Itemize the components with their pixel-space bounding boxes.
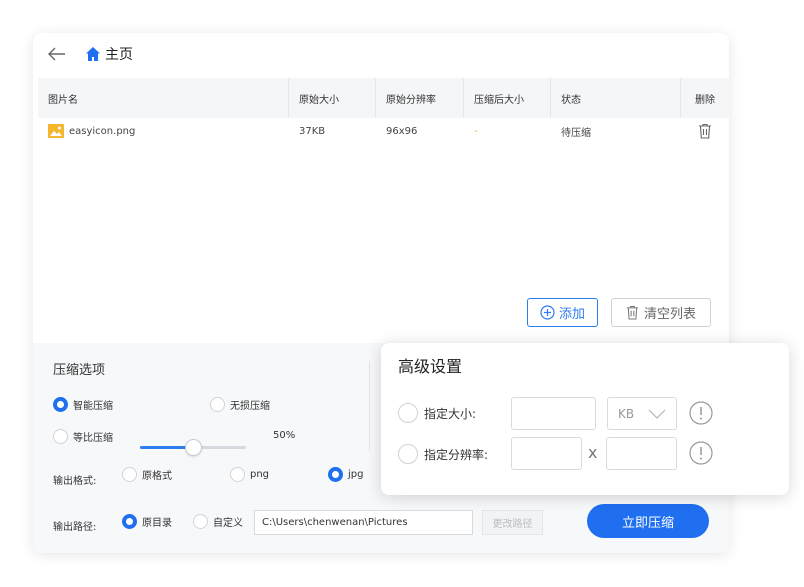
height-input[interactable] xyxy=(606,437,677,470)
delete-button[interactable] xyxy=(681,118,729,144)
radio-path-custom[interactable]: 自定义 xyxy=(193,514,243,529)
radio-indicator xyxy=(398,403,418,423)
size-unit-select[interactable]: KB xyxy=(607,397,677,430)
radio-specify-size[interactable]: 指定大小: xyxy=(398,403,476,423)
size-unit-value: KB xyxy=(618,406,635,421)
output-path-field[interactable]: C:\Users\chenwenan\Pictures xyxy=(254,510,473,535)
file-status: 待压缩 xyxy=(561,127,591,139)
change-path-button[interactable]: 更改路径 xyxy=(482,510,543,535)
col-delete: 删除 xyxy=(695,94,715,106)
radio-format-jpg[interactable]: jpg xyxy=(328,467,363,482)
file-size: 37KB xyxy=(299,125,326,137)
radio-format-original[interactable]: 原格式 xyxy=(122,467,172,482)
table-header: 图片名 原始大小 原始分辨率 压缩后大小 状态 删除 xyxy=(38,78,729,118)
col-status: 状态 xyxy=(551,78,681,118)
divider xyxy=(369,361,370,451)
radio-format-png[interactable]: png xyxy=(230,467,269,482)
compress-now-button[interactable]: 立即压缩 xyxy=(587,504,709,538)
radio-indicator xyxy=(328,467,343,482)
radio-indicator xyxy=(210,397,225,412)
info-icon[interactable] xyxy=(689,401,713,425)
file-name: easyicon.png xyxy=(69,125,136,137)
plus-circle-icon xyxy=(540,305,555,320)
radio-indicator xyxy=(398,444,418,464)
col-resolution: 原始分辨率 xyxy=(376,78,464,118)
add-label: 添加 xyxy=(558,307,585,322)
trash-icon xyxy=(626,305,639,320)
file-resolution: 96x96 xyxy=(386,125,418,137)
resolution-separator: x xyxy=(588,443,598,462)
home-icon[interactable] xyxy=(85,46,101,62)
path-label: 输出路径: xyxy=(53,522,97,533)
add-button[interactable]: 添加 xyxy=(527,298,598,327)
ratio-value: 50% xyxy=(273,430,296,441)
clear-list-button[interactable]: 清空列表 xyxy=(611,298,711,327)
radio-lossless-compress[interactable]: 无损压缩 xyxy=(210,397,270,412)
slider-handle[interactable] xyxy=(184,439,202,456)
radio-indicator xyxy=(122,467,137,482)
col-name: 图片名 xyxy=(38,78,289,118)
radio-path-original[interactable]: 原目录 xyxy=(122,514,172,529)
advanced-settings-popup: 高级设置 指定大小: KB 指定分辨率: x xyxy=(381,343,789,495)
home-link[interactable]: 主页 xyxy=(105,44,133,64)
chevron-down-icon xyxy=(648,409,666,419)
file-compressed-size: - xyxy=(474,125,478,137)
radio-smart-compress[interactable]: 智能压缩 xyxy=(53,397,113,412)
nav-bar: 主页 xyxy=(47,43,133,65)
radio-ratio-compress[interactable]: 等比压缩 xyxy=(53,429,113,444)
radio-indicator xyxy=(53,429,68,444)
radio-specify-resolution[interactable]: 指定分辨率: xyxy=(398,444,488,464)
width-input[interactable] xyxy=(511,437,582,470)
clear-label: 清空列表 xyxy=(643,307,696,322)
format-label: 输出格式: xyxy=(53,476,97,487)
advanced-title: 高级设置 xyxy=(398,357,463,376)
image-file-icon xyxy=(48,124,64,138)
ratio-slider[interactable] xyxy=(140,439,246,456)
table-row[interactable]: easyicon.png 37KB 96x96 - 待压缩 xyxy=(38,118,729,144)
info-icon[interactable] xyxy=(689,441,713,465)
radio-indicator xyxy=(122,514,137,529)
back-button[interactable] xyxy=(47,44,67,64)
radio-indicator xyxy=(230,467,245,482)
arrow-left-icon xyxy=(48,47,65,61)
radio-indicator xyxy=(53,397,68,412)
radio-indicator xyxy=(193,514,208,529)
file-table: 图片名 原始大小 原始分辨率 压缩后大小 状态 删除 easyicon.png … xyxy=(38,78,729,144)
options-title: 压缩选项 xyxy=(53,363,106,378)
col-size: 原始大小 xyxy=(289,78,376,118)
trash-icon xyxy=(699,123,711,139)
size-input[interactable] xyxy=(511,397,596,430)
col-compressed: 压缩后大小 xyxy=(464,78,551,118)
